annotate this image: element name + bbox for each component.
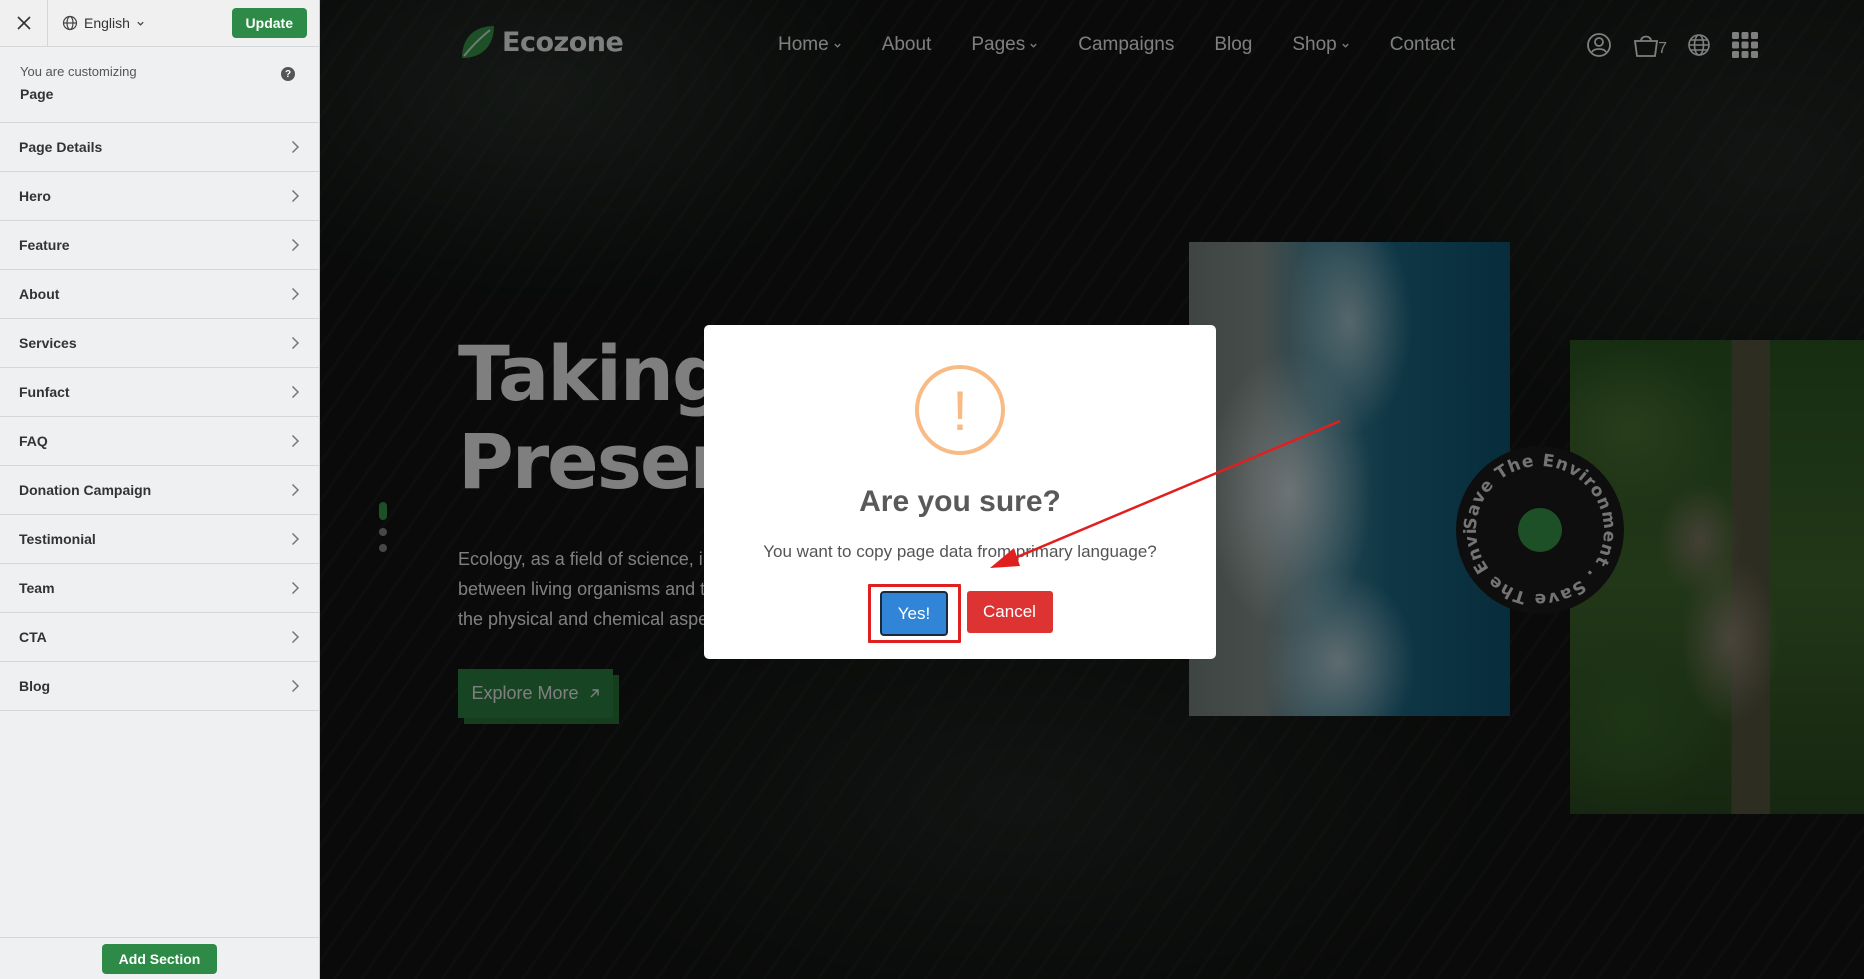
- confirm-yes-button[interactable]: Yes!: [880, 591, 948, 636]
- section-item-funfact[interactable]: Funfact: [0, 368, 319, 417]
- warning-icon: !: [915, 365, 1005, 455]
- chevron-right-icon: [291, 434, 300, 448]
- chevron-right-icon: [291, 483, 300, 497]
- section-item-donation-campaign[interactable]: Donation Campaign: [0, 466, 319, 515]
- dialog-message: You want to copy page data from primary …: [763, 542, 1157, 561]
- section-item-label: Services: [19, 335, 77, 351]
- section-item-label: CTA: [19, 629, 47, 645]
- section-item-label: About: [19, 286, 60, 302]
- section-list: Page Details Hero Feature About Services Funf…: [0, 123, 319, 711]
- sidebar-topbar: English Update: [0, 0, 319, 47]
- customizing-info: You are customizing Page ?: [0, 47, 319, 123]
- customizing-target: Page: [20, 86, 54, 102]
- section-item-label: Feature: [19, 237, 70, 253]
- section-item-faq[interactable]: FAQ: [0, 417, 319, 466]
- section-item-label: Hero: [19, 188, 51, 204]
- confirm-dialog: ! Are you sure? You want to copy page da…: [704, 325, 1216, 659]
- section-item-label: Team: [19, 580, 55, 596]
- section-item-feature[interactable]: Feature: [0, 221, 319, 270]
- section-item-hero[interactable]: Hero: [0, 172, 319, 221]
- section-item-label: Blog: [19, 678, 51, 694]
- section-item-label: Testimonial: [19, 531, 96, 547]
- chevron-right-icon: [291, 385, 300, 399]
- help-icon[interactable]: ?: [281, 67, 295, 81]
- section-item-label: Donation Campaign: [19, 482, 152, 498]
- chevron-right-icon: [291, 140, 300, 154]
- close-customizer-button[interactable]: [0, 0, 48, 47]
- chevron-right-icon: [291, 238, 300, 252]
- update-button[interactable]: Update: [231, 8, 307, 38]
- close-icon: [16, 16, 31, 30]
- chevron-right-icon: [291, 336, 300, 350]
- section-item-label: FAQ: [19, 433, 48, 449]
- chevron-right-icon: [291, 630, 300, 644]
- chevron-right-icon: [291, 581, 300, 595]
- section-item-blog[interactable]: Blog: [0, 662, 319, 711]
- chevron-right-icon: [291, 532, 300, 546]
- sidebar-footer: Add Section: [0, 937, 319, 979]
- section-item-cta[interactable]: CTA: [0, 613, 319, 662]
- section-item-page-details[interactable]: Page Details: [0, 123, 319, 172]
- highlight-box: Yes!: [867, 584, 961, 643]
- customizer-sidebar: English Update You are customizing Page …: [0, 0, 320, 979]
- globe-icon: [62, 15, 78, 31]
- language-selector[interactable]: English: [62, 15, 145, 31]
- dialog-actions: Yes! Cancel: [704, 584, 1216, 643]
- section-item-testimonial[interactable]: Testimonial: [0, 515, 319, 564]
- section-item-about[interactable]: About: [0, 270, 319, 319]
- section-item-label: Page Details: [19, 139, 103, 155]
- section-item-label: Funfact: [19, 384, 70, 400]
- customizing-label: You are customizing: [20, 64, 137, 79]
- chevron-right-icon: [291, 679, 300, 693]
- dialog-title: Are you sure?: [859, 485, 1061, 518]
- language-label: English: [84, 15, 130, 31]
- section-item-team[interactable]: Team: [0, 564, 319, 613]
- add-section-button[interactable]: Add Section: [101, 943, 218, 974]
- chevron-right-icon: [291, 287, 300, 301]
- chevron-down-icon: [137, 21, 144, 26]
- cancel-button[interactable]: Cancel: [966, 591, 1053, 633]
- section-item-services[interactable]: Services: [0, 319, 319, 368]
- chevron-right-icon: [291, 189, 300, 203]
